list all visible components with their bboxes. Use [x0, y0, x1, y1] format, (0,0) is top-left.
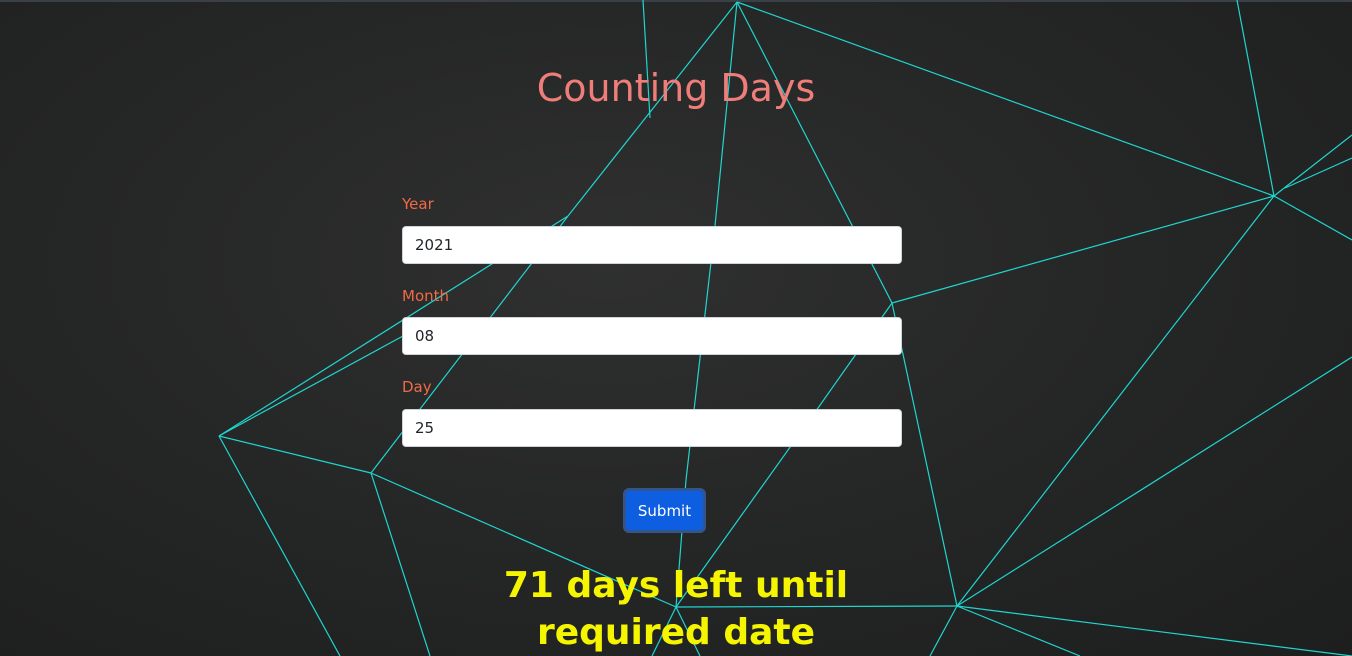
day-label: Day: [402, 378, 432, 396]
days-left-result: 71 days left until required date: [503, 565, 849, 653]
year-label: Year: [402, 195, 434, 213]
day-input[interactable]: [402, 409, 902, 447]
submit-button[interactable]: Submit: [623, 488, 706, 533]
page-title: Counting Days: [536, 66, 816, 110]
month-input[interactable]: [402, 317, 902, 355]
year-input[interactable]: [402, 226, 902, 264]
month-label: Month: [402, 287, 450, 305]
